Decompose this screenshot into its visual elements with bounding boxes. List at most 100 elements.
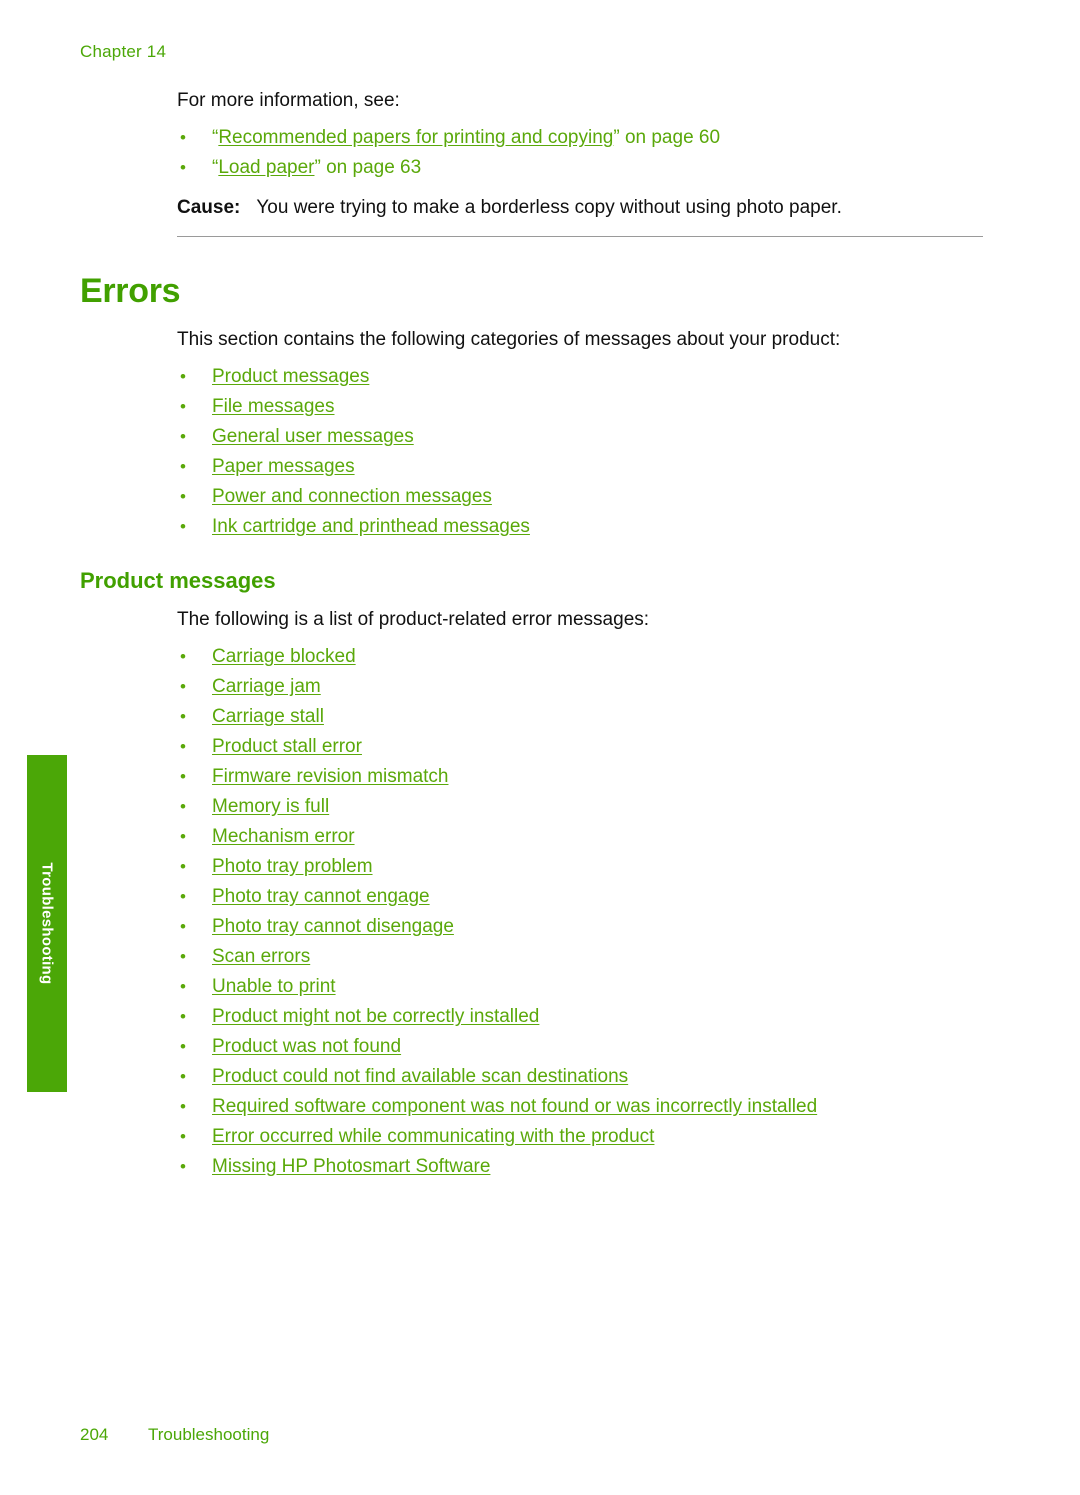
list-item[interactable]: • Memory is full <box>177 792 997 822</box>
list-item[interactable]: • Unable to print <box>177 972 997 1002</box>
errors-heading: Errors <box>80 272 181 310</box>
cross-reference-link[interactable]: Load paper <box>218 157 314 178</box>
list-item[interactable]: • Error occurred while communicating with… <box>177 1122 997 1152</box>
category-link[interactable]: Paper messages <box>212 456 355 477</box>
bullet-icon: • <box>180 857 186 876</box>
errors-intro: This section contains the following cate… <box>177 329 841 350</box>
bullet-icon: • <box>180 517 186 536</box>
side-tab-troubleshooting: Troubleshooting <box>27 755 67 1092</box>
list-item[interactable]: • Firmware revision mismatch <box>177 762 997 792</box>
list-item[interactable]: • File messages <box>177 392 987 422</box>
message-link[interactable]: Photo tray cannot disengage <box>212 916 454 937</box>
list-item[interactable]: • Mechanism error <box>177 822 997 852</box>
bullet-icon: • <box>180 947 186 966</box>
list-item[interactable]: • Photo tray cannot disengage <box>177 912 997 942</box>
cross-reference-list: • “Recommended papers for printing and c… <box>177 123 987 183</box>
list-item[interactable]: • Product could not find available scan d… <box>177 1062 997 1092</box>
bullet-icon: • <box>180 737 186 756</box>
category-link[interactable]: File messages <box>212 396 335 417</box>
cause-text: You were trying to make a borderless cop… <box>256 197 842 218</box>
bullet-icon: • <box>180 158 186 177</box>
list-item[interactable]: • Product might not be correctly installe… <box>177 1002 997 1032</box>
page-ref: on page 60 <box>619 127 721 148</box>
list-item[interactable]: • General user messages <box>177 422 987 452</box>
section-divider <box>177 236 983 237</box>
message-link[interactable]: Product was not found <box>212 1036 401 1057</box>
intro-lead: For more information, see: <box>177 90 400 111</box>
cause-label: Cause: <box>177 197 241 218</box>
bullet-icon: • <box>180 1157 186 1176</box>
bullet-icon: • <box>180 457 186 476</box>
list-item[interactable]: • Power and connection messages <box>177 482 987 512</box>
footer-page-number: 204 <box>80 1425 109 1444</box>
bullet-icon: • <box>180 677 186 696</box>
message-link[interactable]: Product might not be correctly installed <box>212 1006 539 1027</box>
list-item[interactable]: • “Recommended papers for printing and c… <box>177 123 987 153</box>
bullet-icon: • <box>180 1097 186 1116</box>
message-link[interactable]: Photo tray problem <box>212 856 373 877</box>
bullet-icon: • <box>180 397 186 416</box>
message-link[interactable]: Required software component was not foun… <box>212 1096 817 1117</box>
message-link[interactable]: Carriage stall <box>212 706 324 727</box>
list-item[interactable]: • Photo tray problem <box>177 852 997 882</box>
intro-block: For more information, see: • “Recommende… <box>177 86 987 223</box>
bullet-icon: • <box>180 1127 186 1146</box>
category-link[interactable]: General user messages <box>212 426 414 447</box>
list-item[interactable]: • Scan errors <box>177 942 997 972</box>
bullet-icon: • <box>180 977 186 996</box>
bullet-icon: • <box>180 767 186 786</box>
bullet-icon: • <box>180 367 186 386</box>
message-link[interactable]: Carriage blocked <box>212 646 356 667</box>
message-link[interactable]: Scan errors <box>212 946 310 967</box>
cause-line: Cause: You were trying to make a borderle… <box>177 193 987 223</box>
list-item[interactable]: • Carriage jam <box>177 672 997 702</box>
list-item[interactable]: • Paper messages <box>177 452 987 482</box>
cross-reference-link[interactable]: Recommended papers for printing and copy… <box>218 127 613 148</box>
document-page: Chapter 14 For more information, see: • … <box>0 0 1080 1495</box>
message-link[interactable]: Error occurred while communicating with … <box>212 1126 654 1147</box>
product-messages-body: The following is a list of product-relat… <box>177 605 997 1182</box>
message-link[interactable]: Firmware revision mismatch <box>212 766 448 787</box>
list-item[interactable]: • Product messages <box>177 362 987 392</box>
message-link[interactable]: Photo tray cannot engage <box>212 886 430 907</box>
bullet-icon: • <box>180 797 186 816</box>
list-item[interactable]: • “Load paper” on page 63 <box>177 153 987 183</box>
message-link[interactable]: Product could not find available scan de… <box>212 1066 628 1087</box>
list-item[interactable]: • Product stall error <box>177 732 997 762</box>
list-item[interactable]: • Photo tray cannot engage <box>177 882 997 912</box>
product-messages-list: • Carriage blocked • Carriage jam • Carriag… <box>177 642 997 1182</box>
bullet-icon: • <box>180 647 186 666</box>
bullet-icon: • <box>180 128 186 147</box>
page-footer: 204 Troubleshooting <box>80 1425 269 1445</box>
product-intro: The following is a list of product-relat… <box>177 609 650 630</box>
errors-body: This section contains the following cate… <box>177 325 987 542</box>
side-tab-label: Troubleshooting <box>38 862 56 985</box>
footer-section-label: Troubleshooting <box>148 1425 270 1444</box>
list-item[interactable]: • Product was not found <box>177 1032 997 1062</box>
chapter-header: Chapter 14 <box>80 42 167 61</box>
category-link[interactable]: Product messages <box>212 366 369 387</box>
list-item[interactable]: • Ink cartridge and printhead messages <box>177 512 987 542</box>
category-link[interactable]: Ink cartridge and printhead messages <box>212 516 530 537</box>
bullet-icon: • <box>180 887 186 906</box>
bullet-icon: • <box>180 487 186 506</box>
bullet-icon: • <box>180 1007 186 1026</box>
message-link[interactable]: Product stall error <box>212 736 362 757</box>
list-item[interactable]: • Carriage stall <box>177 702 997 732</box>
category-link[interactable]: Power and connection messages <box>212 486 492 507</box>
product-messages-heading: Product messages <box>80 568 276 593</box>
list-item[interactable]: • Carriage blocked <box>177 642 997 672</box>
bullet-icon: • <box>180 827 186 846</box>
message-link[interactable]: Memory is full <box>212 796 329 817</box>
bullet-icon: • <box>180 427 186 446</box>
message-link[interactable]: Carriage jam <box>212 676 321 697</box>
list-item[interactable]: • Required software component was not fou… <box>177 1092 997 1122</box>
bullet-icon: • <box>180 1037 186 1056</box>
page-ref: on page 63 <box>320 157 422 178</box>
message-link[interactable]: Unable to print <box>212 976 336 997</box>
list-item[interactable]: • Missing HP Photosmart Software <box>177 1152 997 1182</box>
message-link[interactable]: Mechanism error <box>212 826 355 847</box>
bullet-icon: • <box>180 707 186 726</box>
bullet-icon: • <box>180 1067 186 1086</box>
message-link[interactable]: Missing HP Photosmart Software <box>212 1156 490 1177</box>
